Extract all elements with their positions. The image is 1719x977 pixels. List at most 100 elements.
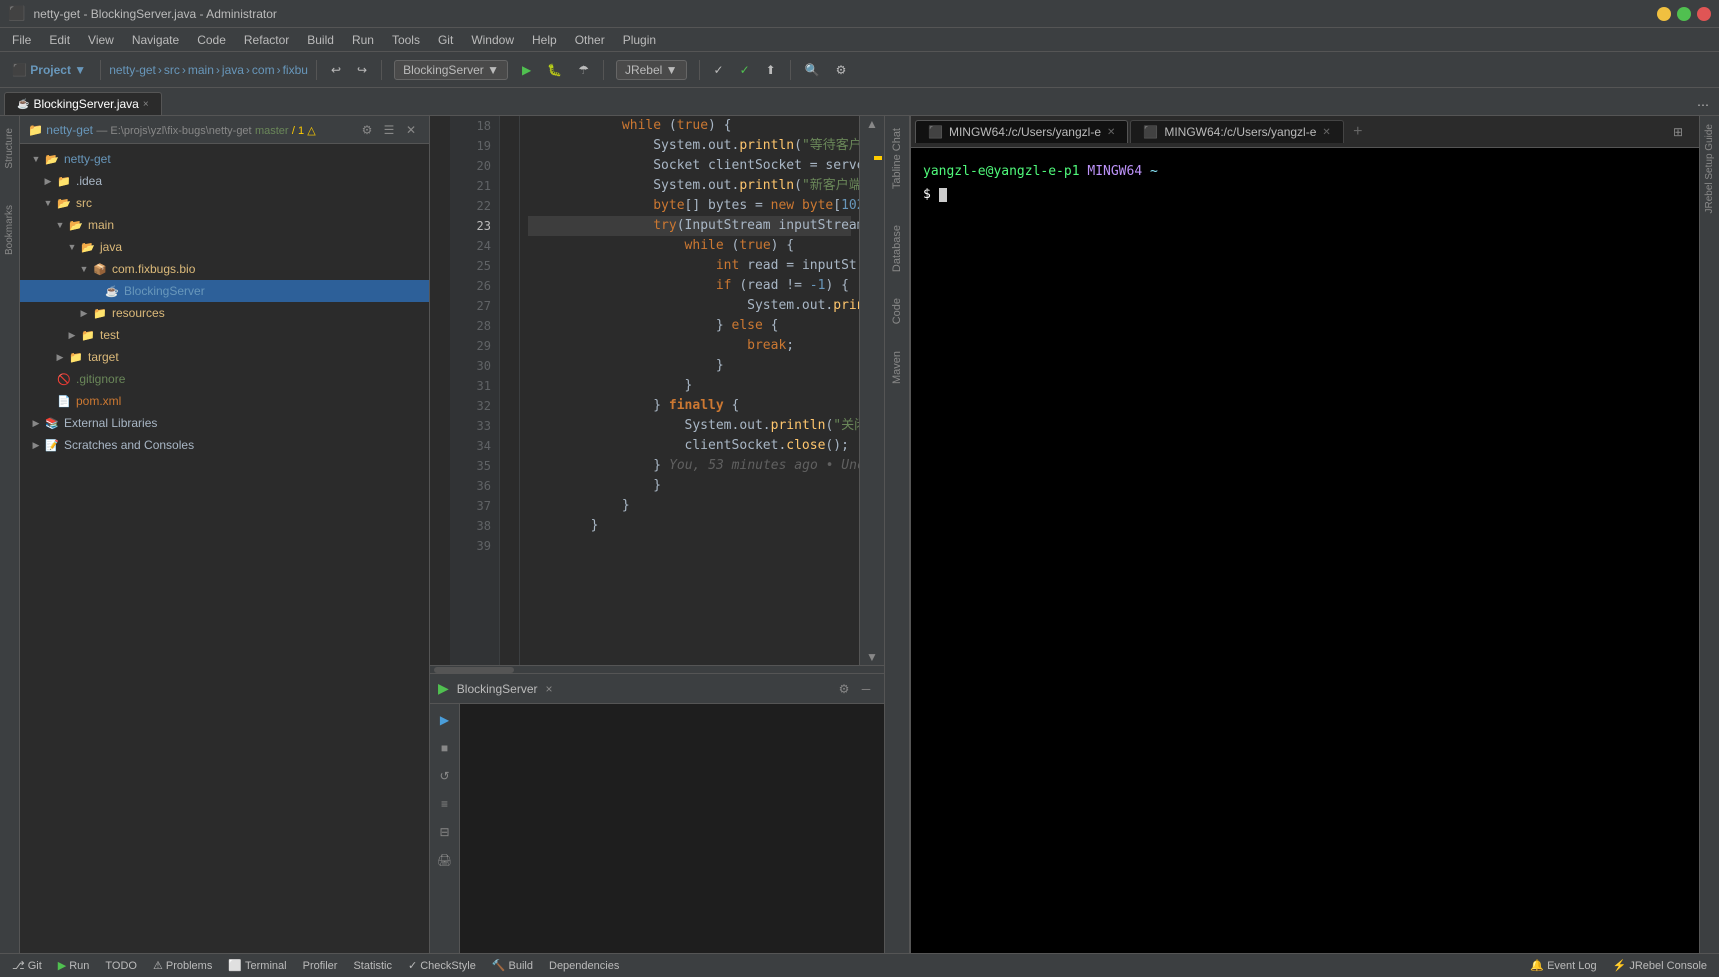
close-button[interactable]	[1697, 7, 1711, 21]
vert-tab-maven[interactable]: Maven	[887, 343, 907, 392]
sidebar-tool-gear[interactable]: ⚙	[357, 120, 377, 140]
sidebar-tool-close[interactable]: ✕	[401, 120, 421, 140]
minimize-button[interactable]	[1657, 7, 1671, 21]
status-terminal[interactable]: ⬜ Terminal	[224, 957, 290, 974]
run-minimize-btn[interactable]: ─	[856, 679, 876, 699]
left-tab-bookmarks[interactable]: Bookmarks	[2, 197, 17, 263]
left-tab-structure[interactable]: Structure	[2, 120, 17, 177]
status-event-log[interactable]: 🔔 Event Log	[1526, 957, 1600, 974]
jrebel-setup-guide-tab[interactable]: JRebel Setup Guide	[1699, 116, 1719, 953]
code-editor[interactable]: 18 19 20 21 22 23 24 25 26 27 28 29 30 3…	[430, 116, 884, 673]
tree-item-gitignore[interactable]: 🚫 .gitignore	[20, 368, 429, 390]
status-statistic[interactable]: Statistic	[349, 958, 396, 974]
status-dependencies[interactable]: Dependencies	[545, 958, 623, 974]
git-check2[interactable]: ✓	[734, 60, 756, 80]
run-fold-btn[interactable]: ⊟	[433, 820, 457, 844]
status-jrebel-console[interactable]: ⚡ JRebel Console	[1609, 957, 1711, 974]
run-filter-btn[interactable]: ≡	[433, 792, 457, 816]
menu-window[interactable]: Window	[463, 31, 522, 49]
toolbar-redo[interactable]: ↪	[351, 60, 373, 80]
breadcrumb-item[interactable]: fixbu	[283, 63, 308, 77]
debug-button[interactable]: 🐛	[541, 60, 568, 80]
tree-item-test[interactable]: ▶ 📁 test	[20, 324, 429, 346]
run-coverage[interactable]: ☂	[572, 60, 595, 80]
breadcrumb-item[interactable]: java	[222, 63, 244, 77]
tree-item-netty-get[interactable]: ▼ 📂 netty-get	[20, 148, 429, 170]
menu-other[interactable]: Other	[567, 31, 613, 49]
tree-item-main[interactable]: ▼ 📂 main	[20, 214, 429, 236]
menu-navigate[interactable]: Navigate	[124, 31, 187, 49]
menu-view[interactable]: View	[80, 31, 122, 49]
terminal-tab-close-2[interactable]: ✕	[1322, 127, 1330, 138]
tree-item-target[interactable]: ▶ 📁 target	[20, 346, 429, 368]
menu-run[interactable]: Run	[344, 31, 382, 49]
run-print-btn[interactable]: 🖨	[433, 848, 457, 872]
breadcrumb-item[interactable]: main	[188, 63, 214, 77]
scrollbar-thumb[interactable]	[434, 667, 514, 673]
settings-btn[interactable]: ⚙	[830, 60, 853, 80]
vert-tab-database[interactable]: Database	[887, 217, 907, 280]
jrebel-label[interactable]: JRebel Setup Guide	[1704, 124, 1715, 214]
search-btn[interactable]: 🔍	[799, 60, 826, 80]
menu-code[interactable]: Code	[189, 31, 234, 49]
horizontal-scrollbar[interactable]	[430, 665, 884, 673]
terminal-split-btn[interactable]: ⊞	[1667, 122, 1689, 142]
status-build[interactable]: 🔨 Build	[488, 957, 537, 974]
project-dropdown[interactable]: ⬛ Project ▼	[6, 60, 92, 80]
run-gear-btn[interactable]: ⚙	[834, 679, 854, 699]
breadcrumb-item[interactable]: com	[252, 63, 275, 77]
status-git[interactable]: ⎇ Git	[8, 957, 46, 974]
tree-label: target	[88, 350, 119, 364]
menu-git[interactable]: Git	[430, 31, 461, 49]
git-check[interactable]: ✓	[708, 60, 730, 80]
terminal-content[interactable]: yangzl-e@yangzl-e-p1 MINGW64 ~ $	[911, 148, 1719, 953]
terminal-tab-1[interactable]: ⬛ MINGW64:/c/Users/yangzl-e ✕	[915, 120, 1128, 143]
breadcrumb-item[interactable]: netty-get	[109, 63, 156, 77]
menu-file[interactable]: File	[4, 31, 39, 49]
jrebel-config-dropdown[interactable]: JRebel ▼	[616, 60, 687, 80]
title-bar-controls[interactable]	[1657, 7, 1711, 21]
tree-item-blocking-server[interactable]: ☕ BlockingServer	[20, 280, 429, 302]
code-content[interactable]: while (true) { System.out.println("等待客户端…	[520, 116, 859, 665]
run-config-dropdown[interactable]: BlockingServer ▼	[394, 60, 508, 80]
vert-tab-code[interactable]: Code	[887, 290, 907, 332]
tree-item-package[interactable]: ▼ 📦 com.fixbugs.bio	[20, 258, 429, 280]
tree-item-java[interactable]: ▼ 📂 java	[20, 236, 429, 258]
editor-tab-blocking-server[interactable]: ☕ BlockingServer.java ×	[4, 92, 162, 115]
tree-item-resources[interactable]: ▶ 📁 resources	[20, 302, 429, 324]
jrebel-icon: ⚡	[1613, 959, 1627, 972]
toolbar-undo[interactable]: ↩	[325, 60, 347, 80]
terminal-tab-close-1[interactable]: ✕	[1107, 127, 1115, 138]
status-checkstyle[interactable]: ✓ CheckStyle	[404, 957, 480, 974]
tab-settings[interactable]: ⋯	[1691, 95, 1715, 115]
terminal-tab-2[interactable]: ⬛ MINGW64:/c/Users/yangzl-e ✕	[1130, 120, 1343, 143]
git-push[interactable]: ⬆	[760, 60, 782, 80]
tab-close-button[interactable]: ×	[143, 99, 149, 110]
maximize-button[interactable]	[1677, 7, 1691, 21]
tree-item-src[interactable]: ▼ 📂 src	[20, 192, 429, 214]
menu-tools[interactable]: Tools	[384, 31, 428, 49]
run-button[interactable]: ▶	[516, 60, 537, 80]
tree-item-external-libs[interactable]: ▶ 📚 External Libraries	[20, 412, 429, 434]
run-restart-btn[interactable]: ▶	[433, 708, 457, 732]
menu-help[interactable]: Help	[524, 31, 565, 49]
terminal-add-tab[interactable]: +	[1346, 120, 1370, 144]
tree-item-pom[interactable]: 📄 pom.xml	[20, 390, 429, 412]
menu-edit[interactable]: Edit	[41, 31, 78, 49]
vert-tab-tabline-chat[interactable]: Tabline Chat	[887, 120, 907, 197]
menu-refactor[interactable]: Refactor	[236, 31, 297, 49]
menu-build[interactable]: Build	[299, 31, 342, 49]
status-problems[interactable]: ⚠ Problems	[149, 957, 216, 974]
branch-badge: master	[255, 125, 289, 137]
menu-plugin[interactable]: Plugin	[615, 31, 664, 49]
status-profiler[interactable]: Profiler	[299, 958, 342, 974]
tree-item-scratches[interactable]: ▶ 📝 Scratches and Consoles	[20, 434, 429, 456]
tree-item-idea[interactable]: ▶ 📁 .idea	[20, 170, 429, 192]
breadcrumb-item[interactable]: src	[164, 63, 180, 77]
run-rerun-btn[interactable]: ↺	[433, 764, 457, 788]
run-stop-btn[interactable]: ■	[433, 736, 457, 760]
status-todo[interactable]: TODO	[101, 958, 141, 974]
status-run[interactable]: ▶ Run	[54, 957, 94, 974]
sidebar-tool-layout[interactable]: ☰	[379, 120, 399, 140]
run-tab-close[interactable]: ×	[545, 682, 552, 696]
